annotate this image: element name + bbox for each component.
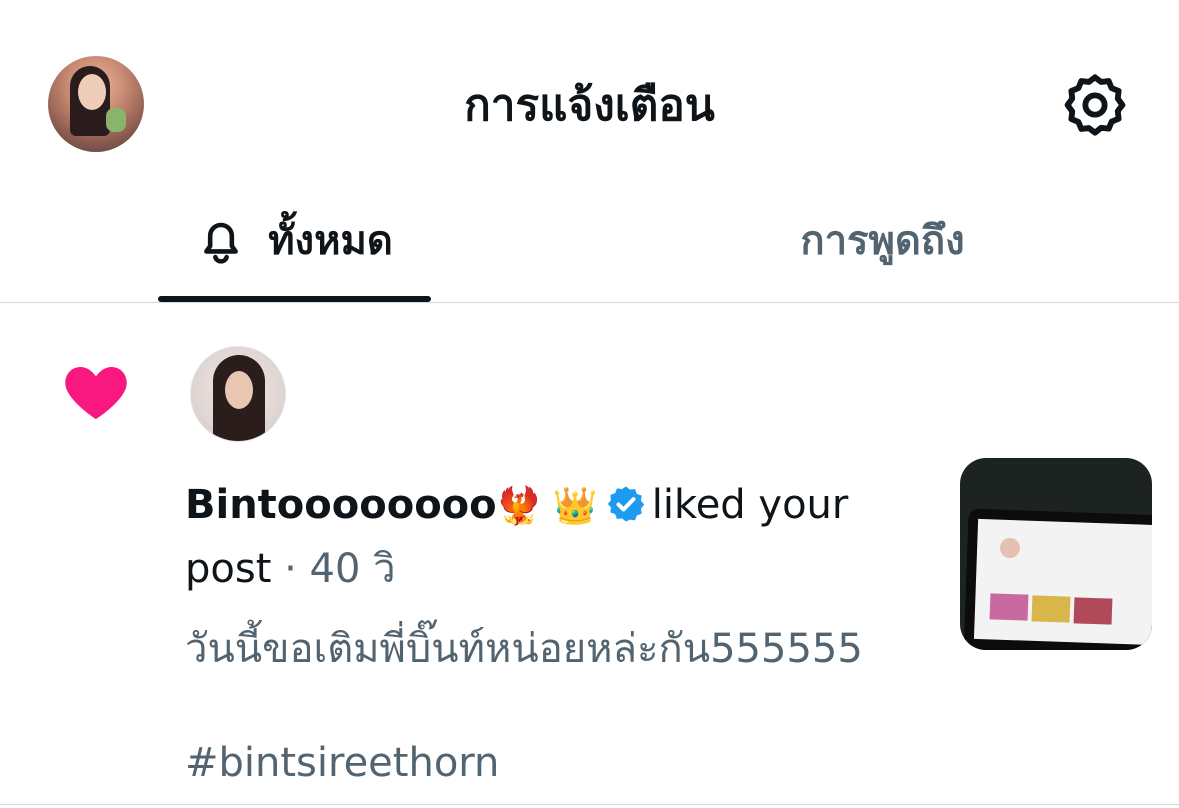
verified-badge-icon	[607, 486, 644, 522]
post-thumbnail[interactable]	[960, 458, 1152, 650]
heart-icon	[65, 367, 127, 420]
name-emojis: 🐦‍🔥 👑	[496, 486, 598, 527]
tab-all[interactable]: ทั้งหมด	[158, 200, 431, 280]
bell-icon	[204, 222, 239, 264]
post-hashtag[interactable]: #bintsireethorn	[185, 734, 945, 792]
tab-mentions[interactable]: การพูดถึง	[705, 200, 1060, 280]
bottom-divider	[0, 804, 1179, 805]
tab-all-label: ทั้งหมด	[268, 218, 393, 264]
notification-text[interactable]: Bintoooooooo🐦‍🔥 👑 liked your post · 40 ว…	[185, 474, 905, 600]
user-name[interactable]: Bintoooooooo	[185, 482, 497, 528]
gear-icon[interactable]	[1060, 70, 1130, 140]
page-title: การแจ้งเตือน	[464, 80, 715, 131]
tab-divider	[0, 302, 1179, 303]
liker-avatar[interactable]	[190, 346, 286, 442]
post-text[interactable]: วันนี้ขอเติมพี่บิ๊นท์หน่อยหล่ะกัน555555	[185, 620, 945, 678]
separator-dot: ·	[284, 546, 297, 592]
timestamp: 40 วิ	[309, 546, 396, 592]
